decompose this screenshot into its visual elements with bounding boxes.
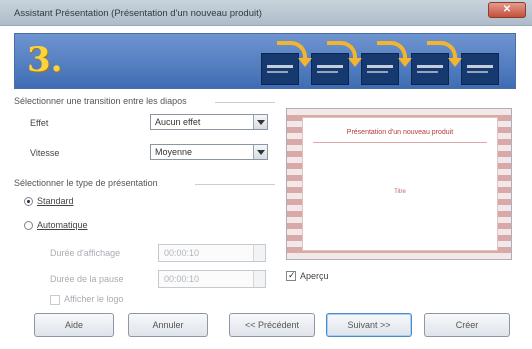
- automatic-label[interactable]: Automatique: [37, 220, 88, 230]
- show-logo-label: Afficher le logo: [64, 294, 124, 304]
- cancel-button[interactable]: Annuler: [128, 313, 208, 337]
- divider: [195, 184, 275, 185]
- help-button[interactable]: Aide: [34, 313, 114, 337]
- automatic-radio[interactable]: [24, 221, 33, 230]
- create-button[interactable]: Créer: [424, 313, 510, 337]
- transition-group-label: Sélectionner une transition entre les di…: [14, 96, 187, 106]
- arrow-icon: [427, 41, 462, 67]
- help-button-label: Aide: [64, 320, 83, 330]
- preview-checkbox-label: Aperçu: [300, 271, 329, 281]
- next-button-label: Suivant >>: [347, 320, 391, 330]
- page-duration-value: 00:00:10: [164, 248, 200, 258]
- previous-button[interactable]: << Précédent: [229, 313, 315, 337]
- arrow-icon: [277, 41, 312, 67]
- previous-button-label: << Précédent: [244, 320, 300, 330]
- chevron-down-icon[interactable]: [253, 115, 267, 129]
- preview-slide-title: Présentation d'un nouveau produit: [346, 129, 454, 136]
- close-icon: ✕: [502, 4, 512, 15]
- pause-duration-spinner[interactable]: 00:00:10: [158, 270, 266, 288]
- preview-slide: Présentation d'un nouveau produit Titre: [302, 117, 498, 251]
- arrow-icon: [377, 41, 412, 67]
- close-button[interactable]: ✕: [488, 2, 526, 18]
- arrow-icon: [327, 41, 362, 67]
- create-button-label: Créer: [455, 320, 479, 330]
- presentation-type-group-label: Sélectionner le type de présentation: [14, 178, 158, 188]
- standard-label[interactable]: Standard: [37, 196, 74, 206]
- pause-duration-label: Durée de la pause: [50, 274, 124, 284]
- spin-down-icon[interactable]: [253, 253, 265, 261]
- page-duration-spinner[interactable]: 00:00:10: [158, 244, 266, 262]
- spin-up-icon[interactable]: [253, 271, 265, 279]
- window-title: Assistant Présentation (Présentation d'u…: [14, 8, 262, 19]
- slide-preview: Présentation d'un nouveau produit Titre: [286, 108, 512, 260]
- checkmark-icon: ✓: [288, 270, 296, 280]
- step-5-icon: [461, 53, 499, 85]
- page-duration-label: Durée d'affichage: [50, 248, 121, 258]
- spin-down-icon[interactable]: [253, 279, 265, 287]
- effect-label: Effet: [30, 118, 49, 128]
- spin-up-icon[interactable]: [253, 245, 265, 253]
- divider: [313, 142, 487, 143]
- next-button[interactable]: Suivant >>: [326, 313, 412, 337]
- divider: [215, 102, 275, 103]
- speed-value: Moyenne: [155, 147, 193, 157]
- preview-checkbox[interactable]: ✓: [286, 270, 296, 281]
- effect-value: Aucun effet: [155, 117, 201, 127]
- preview-slide-subtitle: Titre: [394, 189, 406, 195]
- effect-select[interactable]: Aucun effet: [150, 114, 268, 130]
- title-bar: Assistant Présentation (Présentation d'u…: [0, 0, 532, 26]
- speed-select[interactable]: Moyenne: [150, 144, 268, 160]
- wizard-header-banner: 3.: [14, 33, 516, 89]
- show-logo-checkbox[interactable]: [50, 295, 60, 305]
- cancel-button-label: Annuler: [152, 320, 184, 330]
- step-number: 3.: [27, 40, 63, 80]
- pause-duration-value: 00:00:10: [164, 274, 200, 284]
- standard-radio[interactable]: [24, 197, 33, 206]
- speed-label: Vitesse: [30, 148, 60, 158]
- chevron-down-icon[interactable]: [253, 145, 267, 159]
